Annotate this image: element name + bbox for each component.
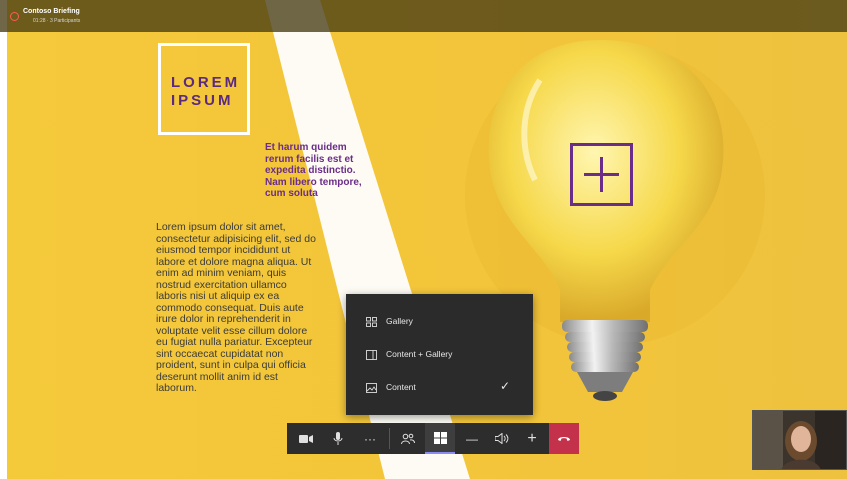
microphone-icon	[333, 432, 343, 445]
phone-hangup-icon	[558, 437, 570, 441]
volume-button[interactable]	[487, 423, 517, 454]
more-icon: ···	[364, 431, 376, 446]
people-icon	[401, 433, 415, 444]
self-video-thumbnail[interactable]	[752, 410, 847, 470]
zoom-out-button[interactable]: —	[457, 423, 487, 454]
participant-avatar	[753, 411, 846, 469]
check-icon: ✓	[500, 379, 511, 393]
video-camera-icon	[299, 434, 313, 443]
more-button[interactable]: ···	[355, 423, 385, 454]
microphone-button[interactable]	[323, 423, 353, 454]
layout-button[interactable]	[425, 423, 455, 454]
plus-square-graphic	[570, 143, 633, 206]
layout-menu: Gallery Content + Gallery Content ✓	[346, 294, 533, 415]
slide-logo: LOREM IPSUM	[158, 43, 250, 135]
zoom-in-button[interactable]: +	[517, 423, 547, 454]
meeting-subtitle: 01:28 · 3 Participants	[33, 18, 81, 24]
menu-item-label: Content + Gallery	[386, 349, 453, 359]
meeting-title: Contoso Briefing	[23, 8, 80, 15]
call-toolbar: ··· — +	[287, 423, 579, 454]
menu-item-label: Content	[386, 382, 416, 392]
plus-icon: +	[527, 429, 537, 447]
slide-highlight-text: Et harum quidem rerum facilis est et exp…	[265, 142, 362, 199]
split-panel-icon	[366, 350, 377, 360]
meeting-header: Contoso Briefing 01:28 · 3 Participants	[0, 0, 847, 32]
minus-icon: —	[466, 431, 478, 446]
grid-icon	[366, 317, 377, 327]
menu-item-content[interactable]: Content ✓	[346, 375, 533, 403]
camera-button[interactable]	[291, 423, 321, 454]
hang-up-button[interactable]	[549, 423, 579, 454]
menu-item-content-gallery[interactable]: Content + Gallery	[346, 342, 533, 370]
logo-text: LOREM IPSUM	[171, 74, 241, 109]
menu-item-label: Gallery	[386, 316, 413, 326]
speaker-icon	[495, 433, 509, 444]
participants-button[interactable]	[393, 423, 423, 454]
menu-item-gallery[interactable]: Gallery	[346, 309, 533, 337]
image-icon	[366, 383, 377, 393]
recording-icon	[10, 12, 19, 21]
layout-icon	[433, 431, 447, 444]
toolbar-divider	[389, 428, 390, 449]
slide-body-text: Lorem ipsum dolor sit amet, consectetur …	[156, 221, 316, 394]
